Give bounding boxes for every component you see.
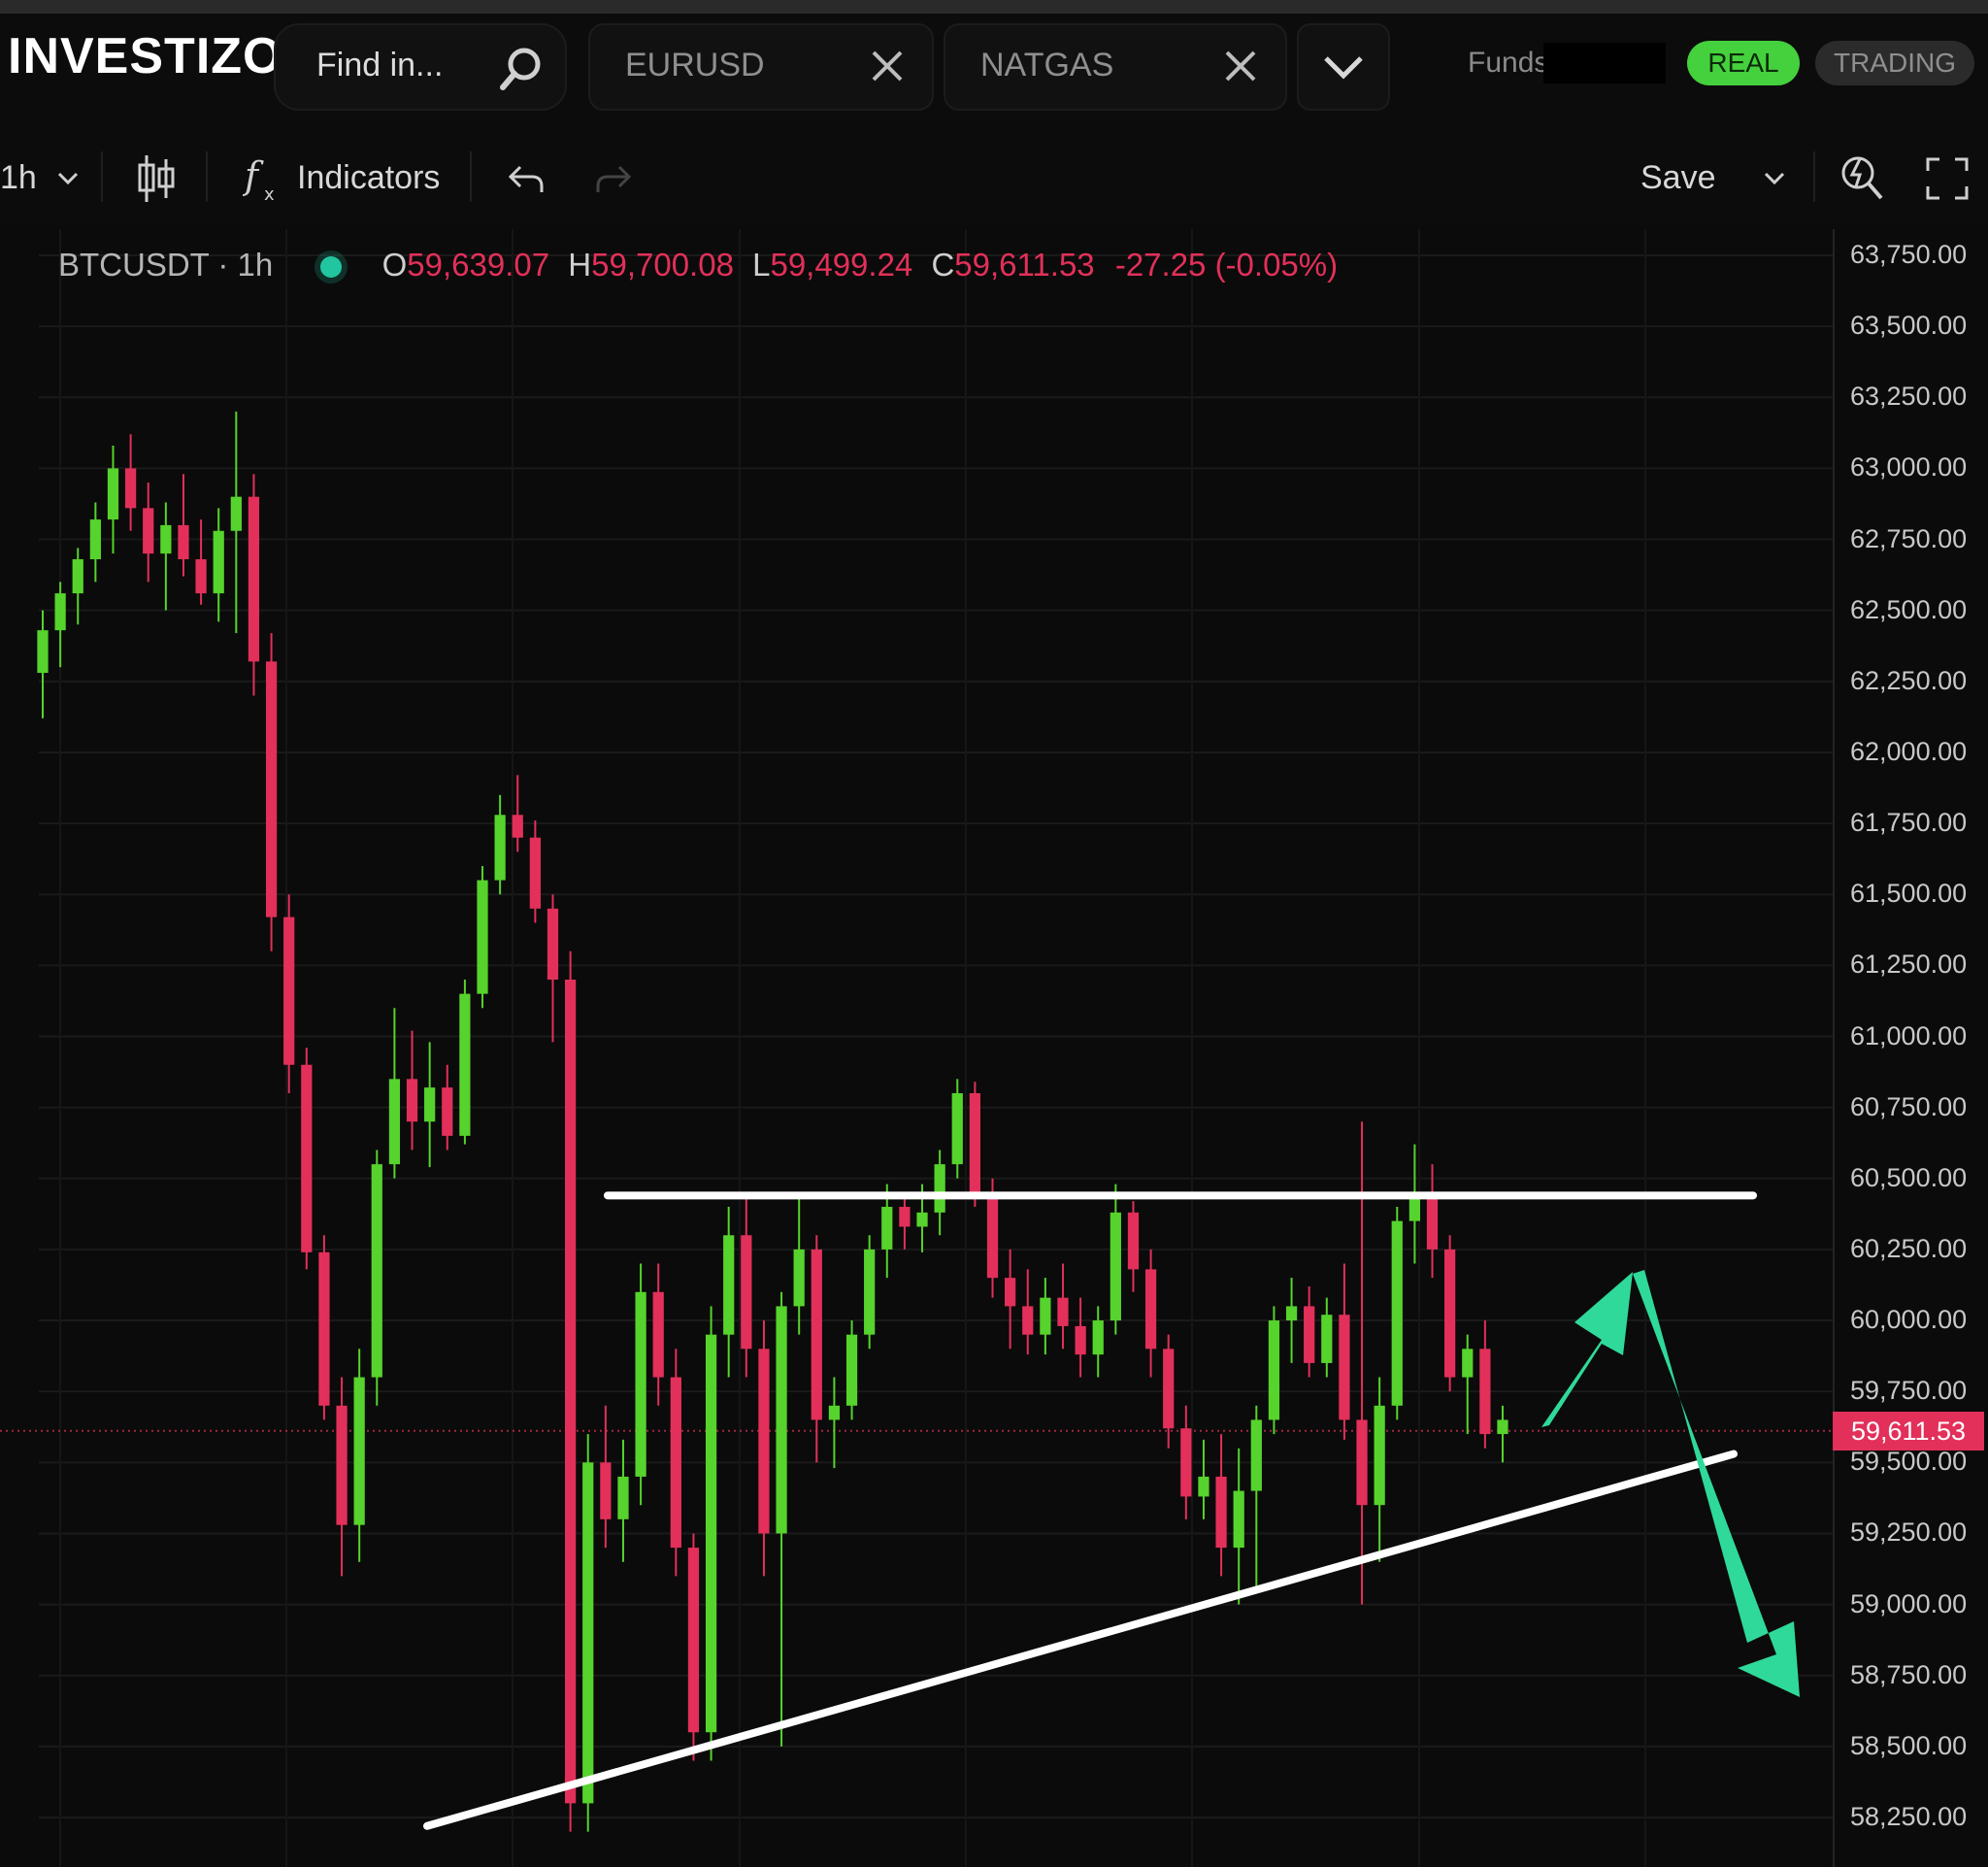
- high-key: H: [568, 247, 592, 283]
- candle-body: [442, 1087, 453, 1136]
- candle-body: [318, 1251, 330, 1406]
- candle-body: [336, 1405, 348, 1525]
- candle-body: [564, 979, 577, 1804]
- candle-body: [582, 1462, 594, 1804]
- candle-body: [864, 1249, 876, 1335]
- candle-body: [1040, 1297, 1051, 1335]
- candle-body: [741, 1235, 752, 1350]
- candle-body: [124, 468, 137, 509]
- last-price-tag: 59,611.53: [1833, 1411, 1984, 1450]
- candle-body: [1444, 1249, 1456, 1378]
- candle-body: [1304, 1306, 1315, 1363]
- candle-body: [881, 1207, 893, 1250]
- candle-body: [811, 1249, 822, 1420]
- candle-body: [1215, 1476, 1227, 1549]
- candle-body: [388, 1079, 401, 1165]
- candle-body: [1075, 1325, 1086, 1355]
- candle-body: [828, 1405, 841, 1420]
- candle-body: [353, 1377, 365, 1525]
- candle-body: [1233, 1490, 1244, 1549]
- candle-body: [1497, 1419, 1508, 1435]
- candle-body: [160, 524, 172, 554]
- candle-body: [1180, 1428, 1192, 1497]
- candle-body: [934, 1164, 945, 1213]
- candle-body: [1285, 1306, 1298, 1321]
- candle-body: [512, 815, 523, 838]
- candle-body: [424, 1087, 436, 1122]
- candle-body: [705, 1334, 717, 1733]
- candle-body: [195, 559, 207, 594]
- candle-body: [248, 496, 260, 662]
- close-key: C: [931, 247, 955, 283]
- candle-body: [969, 1093, 981, 1193]
- candle-body: [1144, 1269, 1157, 1350]
- candle-body: [283, 917, 295, 1065]
- candle-body: [652, 1291, 664, 1378]
- candle-body: [1374, 1405, 1385, 1506]
- symbol-label: BTCUSDT · 1h: [58, 247, 274, 283]
- candle-body: [1479, 1349, 1491, 1435]
- candle-body: [1356, 1419, 1368, 1506]
- candle-body: [1198, 1476, 1209, 1497]
- candle-body: [1110, 1212, 1121, 1321]
- candle-body: [459, 993, 471, 1136]
- candle-body: [406, 1079, 418, 1122]
- candle-body: [1462, 1349, 1474, 1378]
- candle-body: [951, 1093, 963, 1165]
- candle-body: [547, 908, 559, 980]
- candle-body: [776, 1306, 787, 1534]
- ohlc-legend: BTCUSDT · 1h O59,639.07 H59,700.08 L59,4…: [58, 247, 1338, 283]
- candle-body: [845, 1334, 858, 1406]
- candle-body: [143, 508, 154, 554]
- candle-body: [916, 1212, 928, 1227]
- candle-body: [986, 1192, 999, 1279]
- candle-body: [301, 1064, 313, 1252]
- candle-body: [1426, 1192, 1439, 1250]
- candle-body: [1127, 1212, 1140, 1270]
- candle-body: [617, 1476, 629, 1519]
- candle-body: [723, 1235, 735, 1335]
- open-value: 59,639.07: [407, 247, 550, 283]
- close-value: 59,611.53: [954, 247, 1095, 283]
- candle-body: [107, 468, 119, 520]
- candle-body: [1057, 1297, 1069, 1326]
- open-key: O: [381, 247, 408, 283]
- candle-body: [1268, 1320, 1280, 1420]
- candle-body: [793, 1249, 805, 1307]
- candle-body: [37, 630, 49, 674]
- down-arrow: [1633, 1270, 1800, 1697]
- candle-body: [72, 559, 83, 594]
- high-value: 59,700.08: [591, 247, 734, 283]
- candle-body: [1163, 1349, 1175, 1429]
- candle-body: [687, 1548, 700, 1733]
- candle-body: [758, 1349, 770, 1534]
- candle-body: [600, 1462, 612, 1519]
- candle-body: [230, 496, 242, 531]
- candle-body: [494, 815, 506, 881]
- candle-body: [89, 519, 101, 560]
- candle-body: [1250, 1419, 1262, 1491]
- candle-body: [213, 530, 224, 594]
- candle-body: [265, 661, 278, 917]
- low-key: L: [752, 247, 771, 283]
- candle-body: [1022, 1306, 1034, 1335]
- candle-body: [899, 1207, 911, 1227]
- market-status-icon: [320, 256, 343, 279]
- candle-body: [1321, 1315, 1333, 1363]
- candle-body: [1391, 1220, 1403, 1406]
- candle-body: [1092, 1320, 1104, 1355]
- candle-body: [1339, 1315, 1350, 1420]
- candle-body: [529, 837, 541, 909]
- candle-body: [54, 593, 66, 631]
- candle-body: [371, 1164, 382, 1378]
- candle-body: [1005, 1278, 1016, 1307]
- candle-body: [178, 524, 189, 560]
- change-value: -27.25 (-0.05%): [1114, 247, 1339, 283]
- up-arrow: [1541, 1272, 1633, 1427]
- candle-body: [477, 880, 488, 994]
- candle-body: [635, 1291, 646, 1477]
- low-value: 59,499.24: [770, 247, 913, 283]
- candle-body: [670, 1377, 681, 1549]
